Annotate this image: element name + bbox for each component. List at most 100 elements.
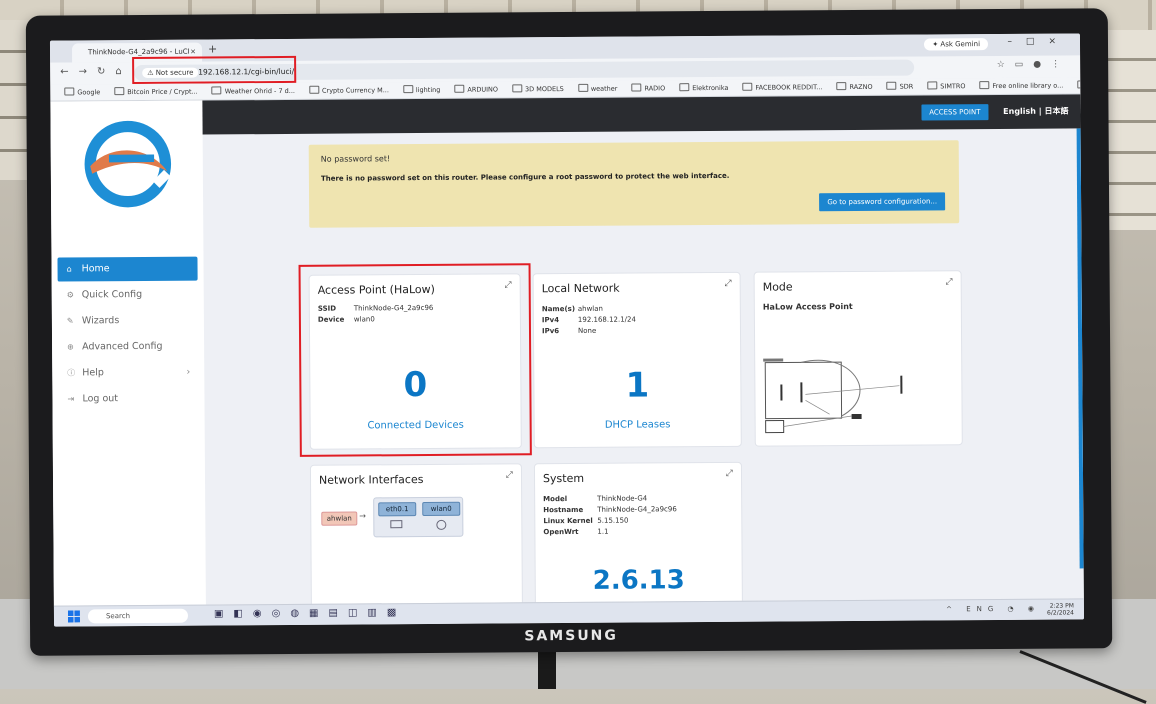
expand-icon[interactable]: ⤢ xyxy=(945,277,952,287)
folder-icon xyxy=(309,86,319,94)
bookmark-item[interactable]: Google xyxy=(64,84,100,100)
folder-icon xyxy=(1077,80,1080,88)
monitor: ThinkNode-G4_2a9c96 - LuCI × + ✦ Ask Gem… xyxy=(26,8,1112,656)
luci-page: ⌂ Home ⚙ Quick Config ✎ Wizards ⊕ Advanced Conf… xyxy=(50,94,1084,606)
folder-icon xyxy=(836,82,846,90)
ask-gemini-button[interactable]: ✦ Ask Gemini xyxy=(924,38,988,50)
bookmark-item[interactable]: 3D MODELS xyxy=(512,81,564,97)
bookmark-item[interactable]: SIMTRO xyxy=(927,78,965,94)
sidebar-nav: ⌂ Home ⚙ Quick Config ✎ Wizards ⊕ Advanced Conf… xyxy=(57,257,198,414)
bookmark-item[interactable]: SDR xyxy=(887,79,914,95)
card-mode: Mode ⤢ HaLow Access Point xyxy=(755,271,962,445)
alert-title: No password set! xyxy=(321,154,390,163)
monitor-screen: ThinkNode-G4_2a9c96 - LuCI × + ✦ Ask Gem… xyxy=(50,33,1084,626)
tray-icons[interactable]: ^ ENG ◔ ◉ xyxy=(946,605,1040,614)
folder-icon xyxy=(454,85,464,93)
card-details: Name(s)ahwlan IPv4192.168.12.1/24 IPv6No… xyxy=(542,304,636,338)
bookmark-item[interactable]: Bitcoin Price / Crypt... xyxy=(114,84,198,101)
alert-message: There is no password set on this router.… xyxy=(321,172,730,183)
arrow-icon: → xyxy=(359,511,366,520)
sidebar-item-quick-config[interactable]: ⚙ Quick Config xyxy=(58,283,198,308)
top-bar: ACCESS POINT English | 日本語 xyxy=(202,94,1080,134)
access-point-highlight-box xyxy=(299,263,532,457)
mode-subtitle: HaLow Access Point xyxy=(763,302,853,312)
new-tab-icon[interactable]: + xyxy=(208,42,217,55)
folder-icon xyxy=(114,87,124,95)
taskbar-search[interactable]: Search xyxy=(88,609,188,624)
detail-row: IPv4192.168.12.1/24 xyxy=(542,315,636,327)
sidebar-item-label: Home xyxy=(82,263,110,274)
network-diagram-image xyxy=(761,353,942,444)
folder-icon xyxy=(578,84,588,92)
access-point-button[interactable]: ACCESS POINT xyxy=(921,104,988,120)
page-scrollbar[interactable] xyxy=(1077,128,1084,568)
card-title: Mode xyxy=(763,280,793,293)
folder-icon xyxy=(403,85,413,93)
bookmark-item[interactable]: weather xyxy=(578,81,618,97)
bookmark-item[interactable]: Weather Ohrid - 7 d... xyxy=(212,83,295,100)
detail-row: IPv6None xyxy=(542,326,636,338)
bookmark-item[interactable]: ARDUINO xyxy=(454,81,498,97)
logout-icon: ⇥ xyxy=(67,387,74,411)
password-config-button[interactable]: Go to password configuration... xyxy=(819,192,945,211)
gear-icon: ⚙ xyxy=(67,283,74,307)
wand-icon: ✎ xyxy=(67,309,74,333)
taskbar-apps[interactable]: ▣◧◉◎◍▦▤◫▥▩ xyxy=(214,607,406,619)
folder-icon xyxy=(979,81,989,89)
dhcp-leases-count: 1 xyxy=(534,365,740,406)
windows-start-icon[interactable] xyxy=(68,610,80,622)
logo-icon xyxy=(80,117,175,212)
home-icon: ⌂ xyxy=(66,257,71,281)
sliders-icon: ⊕ xyxy=(67,335,74,359)
card-title: System xyxy=(543,472,584,485)
no-password-alert: No password set! There is no password se… xyxy=(309,140,960,228)
bookmark-item[interactable]: lighting xyxy=(403,82,441,98)
firmware-version: 2.6.13 xyxy=(536,565,742,596)
sidebar-item-advanced-config[interactable]: ⊕ Advanced Config xyxy=(58,335,198,360)
bookmark-item[interactable]: Впиши за линеажим... xyxy=(1077,77,1080,93)
card-local-network: Local Network ⤢ Name(s)ahwlan IPv4192.16… xyxy=(534,273,741,447)
clock[interactable]: 2:23 PM 6/2/2024 xyxy=(1047,602,1074,616)
port-eth0-1[interactable]: eth0.1 xyxy=(378,502,416,516)
monitor-stand xyxy=(538,650,556,689)
nav-buttons[interactable]: ←→↻⌂ xyxy=(60,66,132,77)
sidebar-item-label: Advanced Config xyxy=(82,341,163,353)
bookmark-item[interactable]: Elektronika xyxy=(679,80,728,96)
sidebar-item-log-out[interactable]: ⇥ Log out xyxy=(58,387,198,412)
detail-row: Name(s)ahwlan xyxy=(542,304,636,316)
sidebar-item-home[interactable]: ⌂ Home xyxy=(57,257,197,282)
sidebar-item-help[interactable]: ⓘ Help › xyxy=(58,361,198,386)
bridge-ahwlan[interactable]: ahwlan xyxy=(321,511,357,525)
card-title: Network Interfaces xyxy=(319,473,423,487)
sidebar-item-label: Quick Config xyxy=(82,289,142,300)
bookmark-item[interactable]: Free online library o... xyxy=(979,78,1063,95)
chevron-right-icon: › xyxy=(186,361,190,385)
browser-tab-title: ThinkNode-G4_2a9c96 - LuCI xyxy=(88,48,190,57)
folder-icon xyxy=(679,83,689,91)
expand-icon[interactable]: ⤢ xyxy=(506,470,513,480)
sidebar-item-label: Help xyxy=(82,367,104,378)
toolbar-icons[interactable]: ☆▭●⋮ xyxy=(997,59,1071,70)
sidebar-item-label: Log out xyxy=(82,393,118,404)
port-wlan0[interactable]: wlan0 xyxy=(422,502,460,516)
folder-icon xyxy=(927,81,937,89)
url-highlight-box xyxy=(132,56,296,84)
bookmark-item[interactable]: RADIO xyxy=(631,80,665,96)
sidebar: ⌂ Home ⚙ Quick Config ✎ Wizards ⊕ Advanced Conf… xyxy=(50,101,206,607)
bookmark-item[interactable]: Crypto Currency M... xyxy=(309,82,389,99)
language-switch[interactable]: English | 日本語 xyxy=(1003,104,1068,120)
expand-icon[interactable]: ⤢ xyxy=(726,469,733,479)
sidebar-item-wizards[interactable]: ✎ Wizards xyxy=(58,309,198,334)
card-system: System ⤢ ModelThinkNode-G4 HostnameThink… xyxy=(535,463,742,614)
folder-icon xyxy=(887,82,897,90)
sidebar-item-label: Wizards xyxy=(82,315,119,326)
expand-icon[interactable]: ⤢ xyxy=(724,279,731,289)
help-icon: ⓘ xyxy=(67,361,75,385)
bookmark-item[interactable]: FACEBOOK REDDIT... xyxy=(742,79,822,96)
detail-row: OpenWrt1.1 xyxy=(543,526,677,538)
port-group: eth0.1 wlan0 xyxy=(373,497,463,538)
window-controls[interactable]: –□× xyxy=(1007,36,1070,46)
detail-row: HostnameThinkNode-G4_2a9c96 xyxy=(543,504,677,516)
dhcp-leases-label: DHCP Leases xyxy=(535,419,741,431)
bookmark-item[interactable]: RAZNO xyxy=(836,79,872,95)
